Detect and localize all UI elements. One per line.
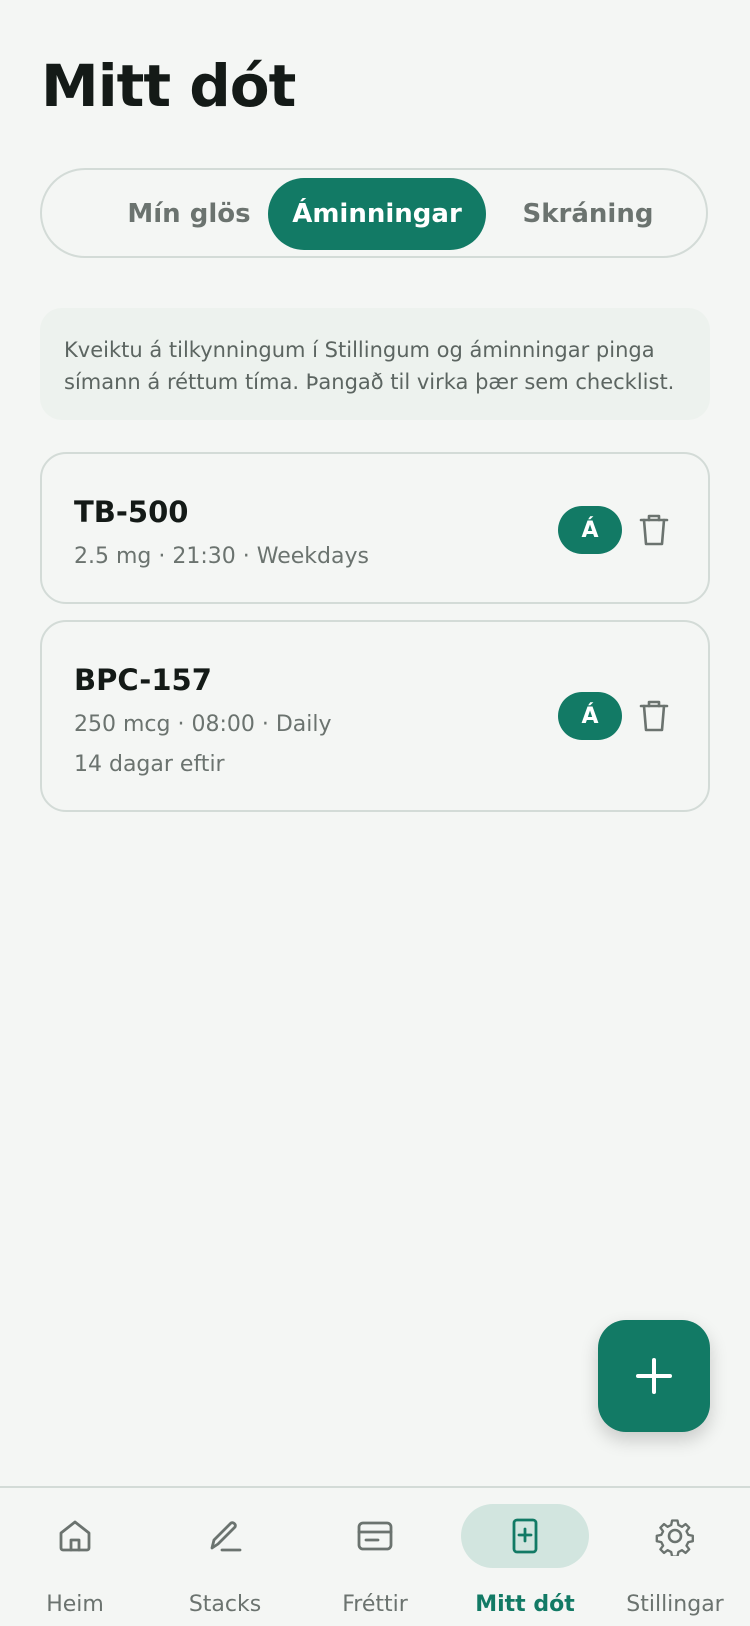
page-title: Mitt dót	[41, 52, 296, 120]
info-text: Kveiktu á tilkynningum í Stillingum og á…	[64, 338, 675, 394]
add-reminder-button[interactable]	[598, 1320, 710, 1432]
nav-item-frettir[interactable]: Fréttir	[300, 1488, 450, 1626]
tab-aminningar[interactable]: Áminningar	[268, 178, 486, 250]
tab-label: Áminningar	[292, 199, 462, 229]
gear-icon	[655, 1519, 694, 1556]
plus-icon	[636, 1358, 672, 1394]
delete-reminder-button[interactable]	[636, 696, 672, 736]
tab-label: Mín glös	[127, 199, 251, 229]
nav-label: Stillingar	[626, 1592, 724, 1617]
reminder-toggle[interactable]: Á	[558, 692, 622, 740]
nav-item-mitt-dot[interactable]: Mitt dót	[450, 1488, 600, 1626]
nav-item-stillingar[interactable]: Stillingar	[600, 1488, 750, 1626]
reminder-name: TB-500	[74, 495, 189, 529]
trash-icon	[639, 514, 669, 546]
reminder-toggle[interactable]: Á	[558, 506, 622, 554]
reminder-card-bpc157[interactable]: BPC-157 250 mcg · 08:00 · Daily 14 dagar…	[40, 620, 710, 812]
bottom-nav: Heim Stacks Fréttir Mitt dót Stillingar	[0, 1486, 750, 1626]
segmented-tabs: Mín glös Áminningar Skráning	[40, 168, 708, 258]
reminder-details: 250 mcg · 08:00 · Daily	[74, 712, 332, 737]
toggle-label: Á	[581, 703, 599, 729]
nav-label: Stacks	[188, 1592, 262, 1617]
notification-info-box: Kveiktu á tilkynningum í Stillingum og á…	[40, 308, 710, 420]
reminder-card-tb500[interactable]: TB-500 2.5 mg · 21:30 · Weekdays Á	[40, 452, 710, 604]
nav-label: Fréttir	[342, 1592, 408, 1617]
reminder-remaining: 14 dagar eftir	[74, 752, 225, 777]
reminder-name: BPC-157	[74, 663, 212, 697]
delete-reminder-button[interactable]	[636, 510, 672, 550]
tab-skraning[interactable]: Skráning	[488, 178, 688, 250]
news-icon	[357, 1521, 393, 1551]
nav-item-heim[interactable]: Heim	[0, 1488, 150, 1626]
home-icon	[59, 1520, 91, 1552]
vial-plus-icon	[512, 1518, 538, 1554]
trash-icon	[639, 700, 669, 732]
reminder-details: 2.5 mg · 21:30 · Weekdays	[74, 544, 369, 569]
nav-label: Heim	[46, 1592, 104, 1617]
nav-item-stacks[interactable]: Stacks	[150, 1488, 300, 1626]
pencil-icon	[210, 1521, 242, 1552]
tab-label: Skráning	[522, 199, 654, 229]
tab-min-glos[interactable]: Mín glös	[82, 178, 296, 250]
nav-label: Mitt dót	[475, 1592, 575, 1617]
toggle-label: Á	[581, 517, 599, 543]
